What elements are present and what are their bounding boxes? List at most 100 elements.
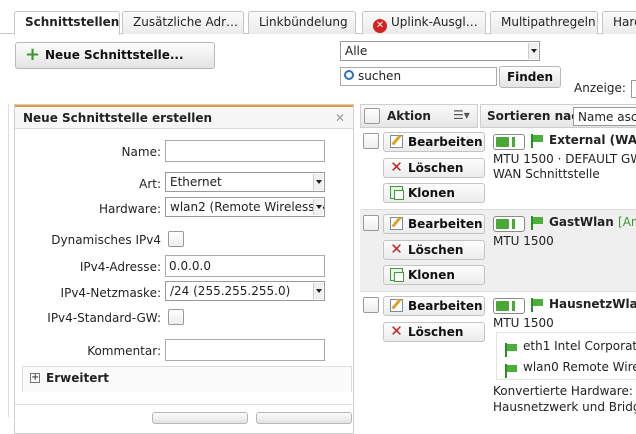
hardware-label: Hardware:	[99, 202, 161, 216]
delete-button[interactable]: ✕ Löschen	[383, 322, 485, 342]
new-interface-label: Neue Schnittstelle...	[45, 48, 184, 62]
mask-label: IPv4-Netzmaske:	[60, 286, 161, 300]
edit-icon	[390, 299, 403, 312]
tab-uplink-ausgleich[interactable]: ✕ Uplink-Ausgl…	[362, 11, 486, 34]
delete-label: Löschen	[408, 325, 464, 339]
search-icon	[344, 70, 354, 80]
delete-label: Löschen	[408, 161, 464, 175]
chevron-down-icon	[313, 174, 323, 190]
tab-zusaetzliche-adressen[interactable]: Zusätzliche Adr…	[122, 11, 244, 34]
tab-schnittstellen[interactable]: Schnittstellen	[14, 11, 120, 35]
panel-button[interactable]	[152, 412, 248, 424]
filter-value: Alle	[345, 44, 368, 58]
delete-icon: ✕	[390, 240, 403, 258]
tab-bar: Schnittstellen Zusätzliche Adr… Linkbünd…	[0, 0, 636, 35]
interface-info: MTU 1500	[493, 234, 554, 248]
edit-label: Bearbeiten	[408, 217, 483, 231]
plus-icon: +	[25, 44, 41, 65]
delete-button[interactable]: ✕ Löschen	[383, 240, 485, 260]
name-text: GastWlan	[549, 215, 614, 229]
name-text: HausnetzWlan	[549, 297, 636, 311]
ipv4-label: IPv4-Adresse:	[79, 260, 161, 274]
enable-toggle[interactable]	[493, 216, 525, 232]
chevron-down-icon	[528, 43, 538, 59]
grid-header-action: Aktion ☰▾	[360, 104, 478, 128]
find-button[interactable]: Finden	[499, 66, 561, 88]
close-icon[interactable]: ✕	[335, 107, 345, 129]
tab-linkbuendelung[interactable]: Linkbündelung	[248, 11, 356, 34]
row-checkbox[interactable]	[363, 297, 379, 313]
panel-header: Neue Schnittstelle erstellen ✕	[15, 105, 353, 129]
comment-input[interactable]	[165, 339, 325, 361]
chevron-down-icon	[313, 199, 323, 215]
grid-header-sort: Sortieren nach: Name asc	[480, 104, 636, 128]
tab-label: Uplink-Ausgl…	[391, 15, 478, 29]
divider	[8, 104, 9, 417]
mask-value: /24 (255.255.255.0)	[170, 284, 291, 298]
panel-button[interactable]	[256, 412, 352, 424]
name-label: Name:	[121, 145, 161, 159]
interface-comment: WAN Schnittstelle	[493, 167, 600, 181]
enable-toggle[interactable]	[493, 298, 525, 314]
clone-label: Klonen	[408, 186, 455, 200]
delete-label: Löschen	[408, 243, 464, 257]
column-menu-icon[interactable]: ☰▾	[453, 108, 470, 122]
interfaces-grid: Aktion ☰▾ Sortieren nach: Name asc Bearb…	[360, 104, 636, 417]
expand-icon: +	[30, 372, 40, 383]
clone-button[interactable]: Klonen	[383, 183, 485, 203]
row-checkbox[interactable]	[363, 215, 379, 231]
search-placeholder: suchen	[358, 69, 402, 83]
type-value: Ethernet	[170, 175, 222, 189]
error-icon: ✕	[373, 19, 387, 33]
interface-name: HausnetzWlan [	[549, 297, 636, 311]
sort-select[interactable]: Name asc	[573, 107, 636, 126]
mask-select[interactable]: /24 (255.255.255.0)	[165, 281, 325, 301]
name-input[interactable]	[165, 140, 325, 162]
tab-label: Hard	[613, 15, 636, 29]
clone-button[interactable]: Klonen	[383, 265, 485, 285]
search-input[interactable]: suchen	[340, 67, 497, 86]
flag-icon	[530, 216, 544, 230]
enable-toggle[interactable]	[493, 134, 525, 150]
interface-comment: Hausnetzwerk und Bridge	[493, 400, 636, 414]
clone-icon	[390, 186, 404, 200]
edit-icon	[390, 135, 403, 148]
status-text: [An]	[618, 215, 636, 229]
edit-button[interactable]: Bearbeiten	[383, 132, 485, 152]
ipv4-input[interactable]: 0.0.0.0	[165, 255, 325, 277]
interface-hardware: Konvertierte Hardware: eth	[493, 384, 636, 398]
comment-label: Kommentar:	[87, 344, 161, 358]
tab-label: Schnittstellen	[25, 15, 120, 29]
hardware-select[interactable]: wlan2 (Remote Wireless N	[165, 197, 325, 217]
member-list: eth1 Intel Corporation wlan0 Remote Wire…	[496, 332, 636, 380]
member-item: eth1 Intel Corporation	[523, 339, 636, 353]
row-checkbox[interactable]	[363, 133, 379, 149]
member-item: wlan0 Remote Wirele	[523, 360, 636, 374]
dhcp-checkbox[interactable]	[168, 231, 184, 247]
advanced-section[interactable]: + Erweitert	[22, 366, 352, 392]
gw-label: IPv4-Standard-GW:	[47, 311, 161, 325]
interface-name: GastWlan [An] o	[549, 215, 636, 229]
filter-select[interactable]: Alle	[340, 41, 540, 61]
new-interface-button[interactable]: + Neue Schnittstelle...	[15, 42, 215, 69]
gw-checkbox[interactable]	[168, 309, 184, 325]
hardware-value: wlan2 (Remote Wireless N	[170, 200, 325, 214]
delete-button[interactable]: ✕ Löschen	[383, 158, 485, 178]
name-text: External (WAN)	[549, 133, 636, 147]
tab-hardware[interactable]: Hard	[602, 11, 636, 34]
display-select[interactable]	[631, 80, 636, 98]
sort-value: Name asc	[578, 110, 636, 124]
type-label: Art:	[139, 177, 161, 191]
edit-button[interactable]: Bearbeiten	[383, 296, 485, 316]
dhcp-label: Dynamisches IPv4	[51, 233, 161, 247]
type-select[interactable]: Ethernet	[165, 172, 325, 192]
tab-label: Zusätzliche Adr…	[133, 15, 239, 29]
find-label: Finden	[506, 70, 554, 84]
edit-button[interactable]: Bearbeiten	[383, 214, 485, 234]
display-label: Anzeige:	[574, 81, 626, 95]
tab-multipathregeln[interactable]: Multipathregeln	[490, 11, 598, 34]
action-header: Aktion	[387, 109, 431, 123]
interface-info: MTU 1500 · DEFAULT GW	[493, 152, 636, 166]
select-all-checkbox[interactable]	[364, 108, 380, 124]
divider	[14, 404, 354, 405]
